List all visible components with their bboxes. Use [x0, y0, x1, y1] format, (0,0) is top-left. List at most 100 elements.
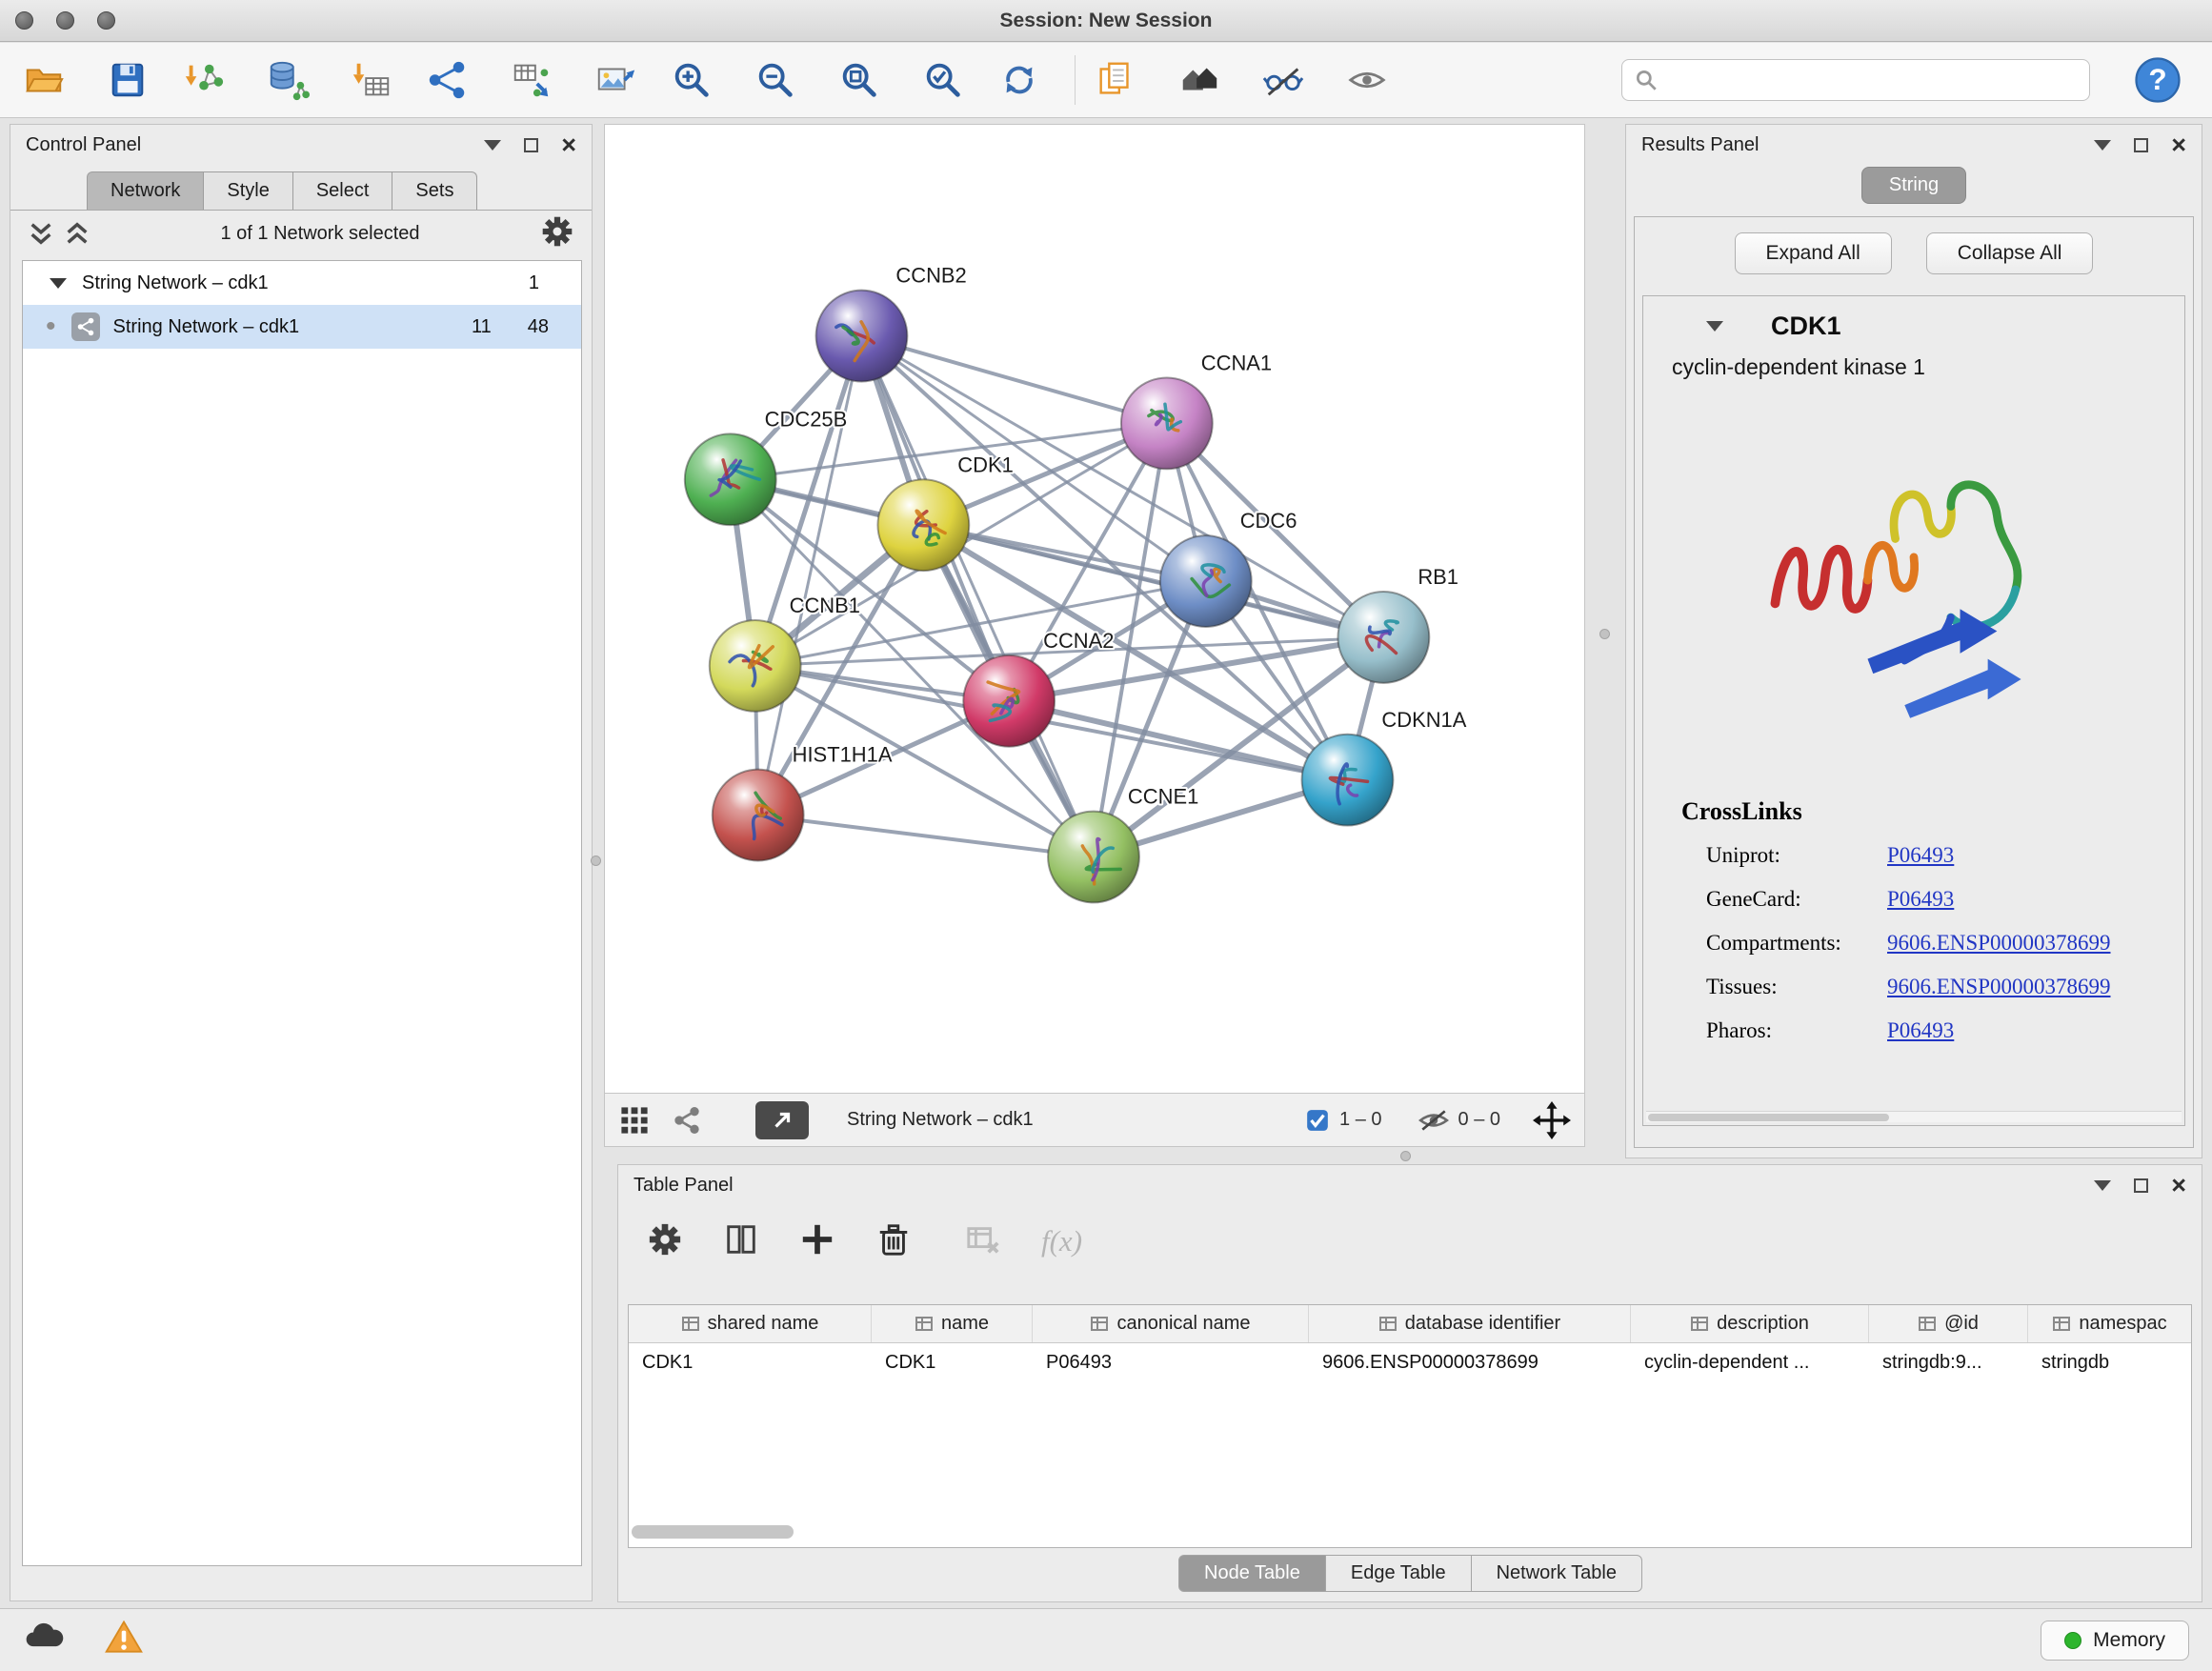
edge-CCNE1-HIST1H1A[interactable]: [758, 815, 1094, 857]
column-header-id[interactable]: @id: [1869, 1305, 2028, 1342]
column-header-shared-name[interactable]: shared name: [629, 1305, 872, 1342]
panel-menu-icon[interactable]: [2094, 1180, 2111, 1191]
selected-checkbox-icon[interactable]: [1305, 1108, 1330, 1133]
table-row[interactable]: CDK1 CDK1 P06493 9606.ENSP00000378699 cy…: [629, 1343, 2191, 1381]
tab-style[interactable]: Style: [203, 171, 292, 210]
crosslink-uniprot-link[interactable]: P06493: [1887, 843, 1954, 868]
node-RB1[interactable]: [1337, 592, 1429, 683]
crosslink-tissues-link[interactable]: 9606.ENSP00000378699: [1887, 975, 2111, 999]
node-CCNA1[interactable]: [1121, 377, 1213, 469]
home-button[interactable]: [1175, 55, 1224, 105]
export-image-button[interactable]: [591, 55, 640, 105]
column-header-database-identifier[interactable]: database identifier: [1309, 1305, 1631, 1342]
tab-edge-table[interactable]: Edge Table: [1325, 1555, 1472, 1592]
crosslink-pharos-link[interactable]: P06493: [1887, 1018, 1954, 1043]
column-header-name[interactable]: name: [872, 1305, 1033, 1342]
tab-select[interactable]: Select: [292, 171, 393, 210]
network-graph[interactable]: CCNB2CCNA1CDC25BCDK1CDC6RB1CCNB1CCNA2CDK…: [605, 125, 1584, 1093]
table-cell[interactable]: stringdb:9...: [1869, 1352, 2028, 1374]
share-view-button[interactable]: [672, 1105, 702, 1136]
search-input[interactable]: [1668, 70, 2078, 91]
table-cell[interactable]: CDK1: [629, 1352, 872, 1374]
crosslink-compartments-link[interactable]: 9606.ENSP00000378699: [1887, 931, 2111, 956]
save-session-button[interactable]: [103, 55, 152, 105]
panel-float-icon[interactable]: [2134, 1178, 2148, 1193]
grid-view-button[interactable]: [618, 1104, 651, 1137]
node-CDC25B[interactable]: [685, 433, 776, 525]
zoom-out-button[interactable]: [751, 55, 800, 105]
section-collapse-icon[interactable]: [1706, 321, 1723, 332]
column-header-description[interactable]: description: [1631, 1305, 1869, 1342]
node-CDC6[interactable]: [1160, 535, 1252, 627]
zoom-fit-button[interactable]: [835, 55, 884, 105]
import-network-file-button[interactable]: [179, 55, 229, 105]
bottom-splitter-handle[interactable]: [1400, 1151, 1411, 1161]
network-canvas[interactable]: CCNB2CCNA1CDC25BCDK1CDC6RB1CCNB1CCNA2CDK…: [604, 124, 1585, 1094]
edge-CCNB2-CCNE1[interactable]: [861, 336, 1094, 857]
birdseye-toggle-button[interactable]: [755, 1101, 809, 1139]
show-button[interactable]: [1342, 55, 1392, 105]
table-settings-button[interactable]: [647, 1221, 683, 1262]
node-CCNB1[interactable]: [710, 620, 801, 712]
tab-sets[interactable]: Sets: [392, 171, 477, 210]
warning-button[interactable]: [103, 1617, 145, 1663]
network-arrows-button[interactable]: [423, 55, 473, 105]
pan-tool-button[interactable]: [1533, 1101, 1571, 1139]
table-cell[interactable]: stringdb: [2028, 1352, 2191, 1374]
edge-CCNA2-CDKN1A[interactable]: [1009, 701, 1347, 780]
zoom-in-button[interactable]: [667, 55, 716, 105]
table-cell[interactable]: cyclin-dependent ...: [1631, 1352, 1869, 1374]
tab-node-table[interactable]: Node Table: [1178, 1555, 1326, 1592]
zoom-selected-button[interactable]: [918, 55, 968, 105]
add-column-button[interactable]: [799, 1221, 835, 1262]
help-button[interactable]: ?: [2132, 54, 2183, 106]
tab-string[interactable]: String: [1861, 167, 1966, 204]
column-header-canonical-name[interactable]: canonical name: [1033, 1305, 1309, 1342]
show-columns-button[interactable]: [723, 1221, 759, 1262]
gear-icon[interactable]: [540, 214, 574, 253]
hidden-eye-icon[interactable]: [1418, 1108, 1449, 1133]
refresh-button[interactable]: [995, 55, 1044, 105]
node-CCNA2[interactable]: [963, 655, 1055, 747]
collapse-all-button[interactable]: Collapse All: [1926, 232, 2094, 274]
import-table-file-button[interactable]: [347, 55, 396, 105]
table-cell[interactable]: CDK1: [872, 1352, 1033, 1374]
expand-all-icon[interactable]: [64, 220, 92, 247]
right-splitter-handle[interactable]: [1599, 629, 1610, 639]
copy-document-button[interactable]: [1091, 55, 1140, 105]
panel-float-icon[interactable]: [2134, 138, 2148, 152]
panel-menu-icon[interactable]: [2094, 140, 2111, 151]
node-CDKN1A[interactable]: [1302, 735, 1394, 826]
panel-float-icon[interactable]: [524, 138, 538, 152]
memory-button[interactable]: Memory: [2041, 1621, 2189, 1661]
results-scrollbar[interactable]: [1646, 1111, 2182, 1122]
search-box[interactable]: [1621, 59, 2090, 101]
panel-menu-icon[interactable]: [484, 140, 501, 151]
tab-network[interactable]: Network: [87, 171, 204, 210]
node-CCNB2[interactable]: [816, 291, 908, 382]
table-cell[interactable]: P06493: [1033, 1352, 1309, 1374]
cloud-button[interactable]: [23, 1617, 65, 1663]
hide-button[interactable]: [1258, 55, 1308, 105]
network-collection-row[interactable]: String Network – cdk1 1: [23, 261, 581, 305]
left-splitter-handle[interactable]: [591, 856, 601, 866]
panel-close-icon[interactable]: ×: [561, 132, 576, 158]
delete-column-button[interactable]: [875, 1221, 912, 1262]
node-CDK1[interactable]: [877, 479, 969, 571]
collapse-all-icon[interactable]: [28, 220, 56, 247]
import-network-database-button[interactable]: [263, 55, 312, 105]
tree-expanded-icon[interactable]: [50, 278, 67, 289]
node-CCNE1[interactable]: [1048, 812, 1139, 903]
column-header-namespace[interactable]: namespac: [2028, 1305, 2191, 1342]
open-session-button[interactable]: [19, 55, 69, 105]
table-hscrollbar[interactable]: [632, 1525, 794, 1539]
node-HIST1H1A[interactable]: [713, 770, 804, 861]
network-table-button[interactable]: [507, 55, 556, 105]
table-cell[interactable]: 9606.ENSP00000378699: [1309, 1352, 1631, 1374]
function-builder-button[interactable]: f(x): [1041, 1224, 1082, 1258]
panel-close-icon[interactable]: ×: [2171, 132, 2186, 158]
expand-all-button[interactable]: Expand All: [1735, 232, 1892, 274]
network-row[interactable]: • String Network – cdk1 11 48: [23, 305, 581, 349]
crosslink-genecard-link[interactable]: P06493: [1887, 887, 1954, 912]
delete-table-button[interactable]: [965, 1221, 1001, 1262]
